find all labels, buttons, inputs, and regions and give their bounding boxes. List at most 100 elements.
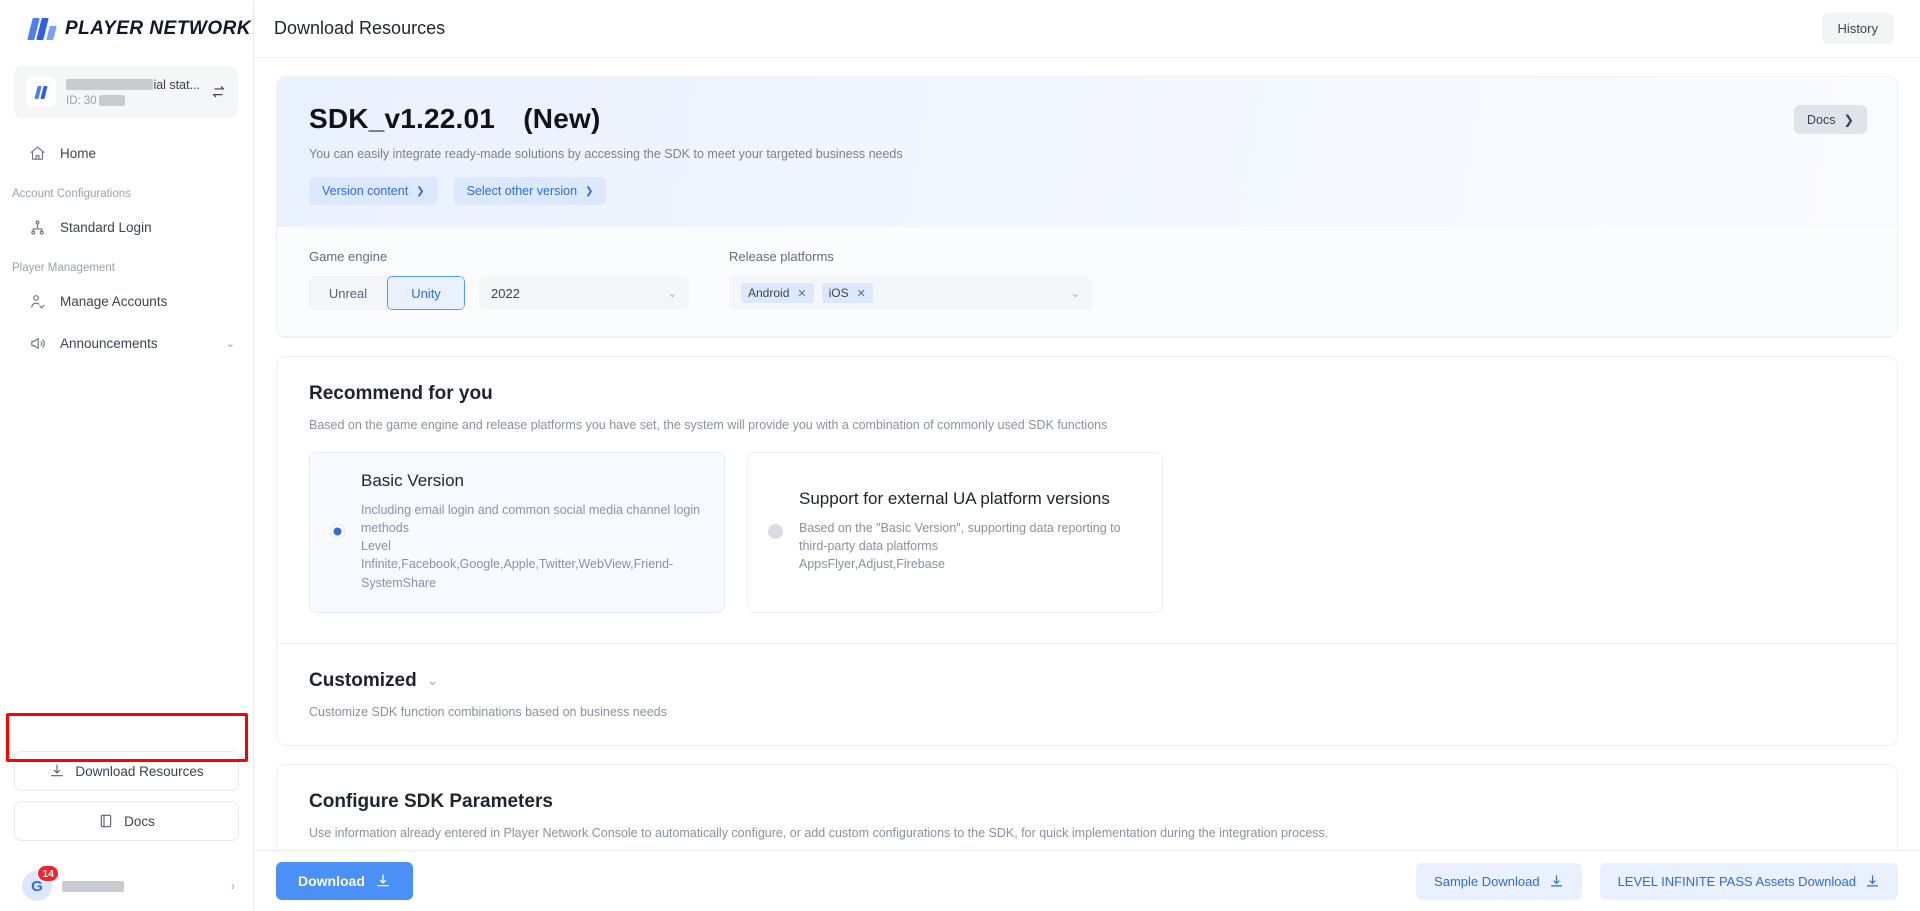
radio-basic-version[interactable] [330, 524, 345, 539]
close-icon[interactable]: ✕ [857, 287, 866, 300]
sdk-hero: SDK_v1.22.01 (New) You can easily integr… [277, 77, 1897, 227]
release-platforms-multiselect[interactable]: Android ✕ iOS ✕ ⌄ [729, 276, 1092, 310]
sidebar-item-manage-accounts[interactable]: Manage Accounts [0, 280, 253, 322]
sidebar-spacer [0, 364, 253, 751]
download-icon [49, 763, 65, 779]
sidebar-nav: Home Account Configurations Standard Log… [0, 132, 253, 364]
account-id: ID: 30 [66, 95, 200, 107]
engine-version-value: 2022 [491, 286, 668, 301]
option-card-external-ua[interactable]: Support for external UA platform version… [747, 452, 1163, 613]
sidebar-item-label: Standard Login [60, 220, 235, 235]
sidebar-bottom-actions: Download Resources Docs [0, 751, 253, 861]
sample-download-label: Sample Download [1434, 874, 1540, 889]
sidebar-group-account-configurations: Account Configurations [0, 174, 253, 206]
account-name: ial stat... [66, 78, 200, 92]
main-area: Download Resources History SDK_v1.22.01 … [254, 0, 1920, 911]
redacted-block [66, 79, 153, 90]
recommend-subtitle: Based on the game engine and release pla… [309, 418, 1867, 432]
download-resources-button[interactable]: Download Resources [14, 751, 239, 791]
topbar: Download Resources History [254, 0, 1920, 58]
sidebar: PLAYER NETWORK ial stat... ID: 30 [0, 0, 254, 911]
configure-note: Standard login has not been configured y… [277, 840, 1897, 850]
customized-header[interactable]: Customized ⌄ [309, 670, 1867, 692]
engine-option-unity[interactable]: Unity [387, 276, 465, 310]
sidebar-item-announcements[interactable]: Announcements ⌄ [0, 322, 253, 364]
option-title: Basic Version [361, 471, 702, 491]
hero-pill-row: Version content ❯ Select other version ❯ [309, 177, 1867, 205]
select-other-version-button[interactable]: Select other version ❯ [454, 177, 607, 205]
engine-version-select[interactable]: 2022 ⌄ [479, 276, 689, 310]
sidebar-item-label: Announcements [60, 336, 212, 351]
option-card-basic-version[interactable]: Basic Version Including email login and … [309, 452, 725, 613]
chevron-down-icon: ⌄ [668, 287, 677, 300]
footer-action-bar: Download Sample Download LEVEL INFINITE … [254, 850, 1920, 911]
user-add-icon [28, 292, 46, 310]
configure-section: Configure SDK Parameters Use information… [277, 765, 1897, 840]
sidebar-item-home[interactable]: Home [0, 132, 253, 174]
sdk-subtitle: You can easily integrate ready-made solu… [309, 147, 1867, 161]
hero-docs-label: Docs [1807, 113, 1835, 127]
download-button[interactable]: Download [276, 862, 413, 900]
user-profile-row[interactable]: G 14 › [0, 861, 253, 911]
redacted-block [99, 95, 125, 106]
level-infinite-pass-label: LEVEL INFINITE PASS Assets Download [1618, 874, 1856, 889]
select-other-version-label: Select other version [467, 184, 577, 198]
docs-label: Docs [124, 814, 155, 829]
app-logo[interactable]: PLAYER NETWORK [0, 0, 253, 58]
sidebar-item-label: Home [60, 146, 235, 161]
platform-tag-ios[interactable]: iOS ✕ [822, 283, 873, 303]
selectors-row: Game engine Unreal Unity 2022 ⌄ Release … [277, 227, 1897, 337]
configure-title: Configure SDK Parameters [309, 791, 1867, 813]
account-name-text: ial stat... [153, 78, 200, 92]
redacted-block [62, 881, 124, 892]
option-body: Support for external UA platform version… [799, 489, 1140, 573]
docs-button[interactable]: Docs [14, 801, 239, 841]
sdk-panel: SDK_v1.22.01 (New) You can easily integr… [276, 76, 1898, 338]
recommend-section: Recommend for you Based on the game engi… [277, 357, 1897, 644]
sitemap-icon [28, 218, 46, 236]
level-infinite-pass-download-button[interactable]: LEVEL INFINITE PASS Assets Download [1600, 863, 1898, 900]
close-icon[interactable]: ✕ [797, 287, 806, 300]
account-avatar-icon [26, 77, 56, 107]
option-body: Basic Version Including email login and … [361, 471, 702, 592]
game-engine-label: Game engine [309, 249, 729, 264]
download-icon [1865, 874, 1880, 889]
sidebar-item-standard-login[interactable]: Standard Login [0, 206, 253, 248]
brand-name: PLAYER NETWORK [65, 18, 251, 40]
account-meta: ial stat... ID: 30 [66, 78, 200, 107]
platform-tag-android[interactable]: Android ✕ [741, 283, 814, 303]
platform-tag-label: iOS [829, 286, 849, 300]
game-engine-controls: Unreal Unity 2022 ⌄ [309, 276, 729, 310]
book-icon [98, 813, 114, 829]
hero-docs-button[interactable]: Docs ❯ [1794, 105, 1867, 134]
sample-download-button[interactable]: Sample Download [1416, 863, 1582, 900]
radio-external-ua[interactable] [768, 524, 783, 539]
game-engine-block: Game engine Unreal Unity 2022 ⌄ [309, 249, 729, 310]
swap-icon[interactable] [210, 84, 227, 101]
content-scroll[interactable]: SDK_v1.22.01 (New) You can easily integr… [254, 58, 1920, 850]
customized-title: Customized [309, 670, 417, 692]
account-switcher[interactable]: ial stat... ID: 30 [14, 66, 239, 118]
avatar: G 14 [22, 871, 52, 901]
download-resources-label: Download Resources [75, 764, 203, 779]
page-title: Download Resources [274, 18, 1822, 39]
player-network-logo-icon [30, 18, 55, 40]
chevron-right-icon: ❯ [416, 186, 424, 197]
chevron-down-icon: ⌄ [226, 337, 235, 350]
option-title: Support for external UA platform version… [799, 489, 1140, 509]
option-desc-line1: Including email login and common social … [361, 501, 702, 537]
download-icon [375, 873, 391, 889]
sidebar-group-player-management: Player Management [0, 248, 253, 280]
user-name [62, 881, 221, 892]
sdk-version-title: SDK_v1.22.01 (New) [309, 103, 1867, 135]
history-button[interactable]: History [1822, 13, 1894, 44]
version-content-label: Version content [322, 184, 408, 198]
engine-option-unreal[interactable]: Unreal [309, 276, 387, 310]
version-content-button[interactable]: Version content ❯ [309, 177, 438, 205]
chevron-down-icon[interactable]: ⌄ [427, 672, 439, 689]
release-platforms-block: Release platforms Android ✕ iOS ✕ ⌄ [729, 249, 1092, 310]
download-button-label: Download [298, 873, 365, 889]
customized-subtitle: Customize SDK function combinations base… [309, 705, 1867, 719]
customized-section: Customized ⌄ Customize SDK function comb… [277, 644, 1897, 745]
recommend-panel: Recommend for you Based on the game engi… [276, 356, 1898, 746]
